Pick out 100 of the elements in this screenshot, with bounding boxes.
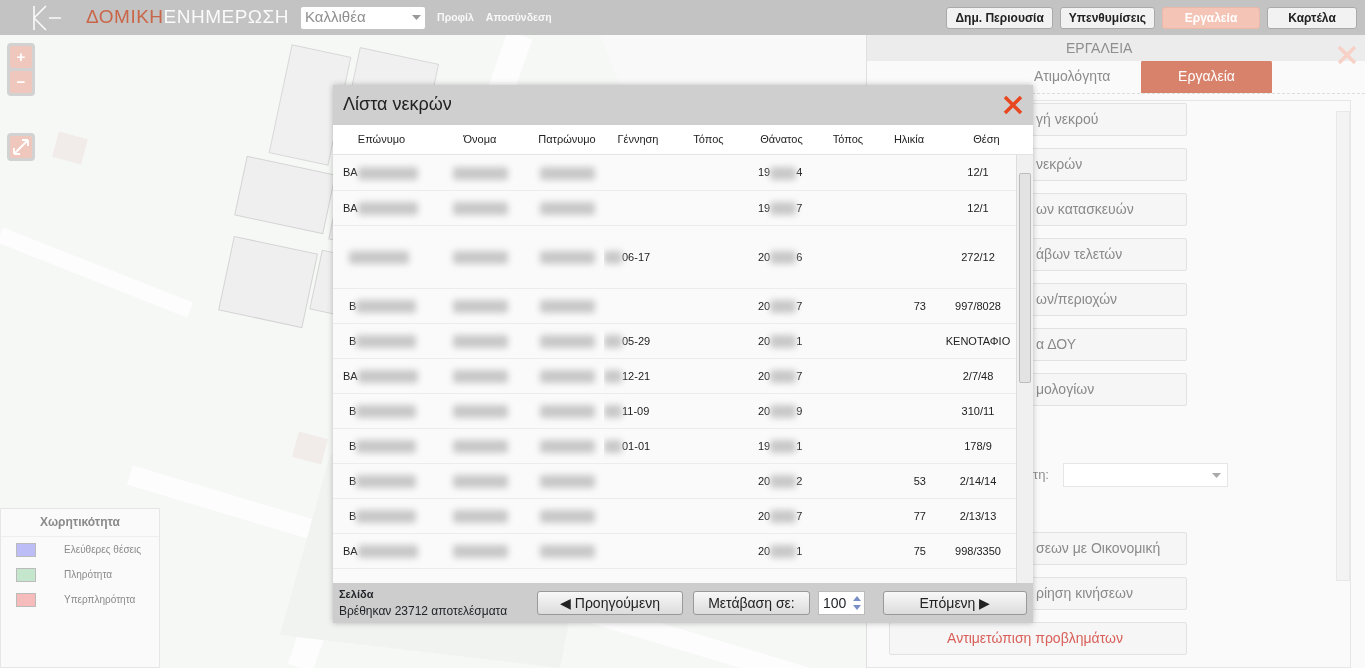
column-header[interactable]: Θέση bbox=[940, 124, 1033, 155]
blurred-text bbox=[452, 475, 508, 489]
table-cell: 77 bbox=[913, 509, 926, 522]
blurred-text bbox=[452, 440, 508, 454]
previous-button[interactable]: ◀ Προηγούμενη bbox=[536, 591, 683, 615]
blurred-text bbox=[770, 202, 797, 216]
table-cell: Β bbox=[349, 509, 357, 522]
table-cell: 20 bbox=[758, 544, 771, 557]
blurred-text bbox=[539, 167, 595, 181]
table-cell: 19 bbox=[758, 439, 771, 452]
table-cell: 2/14/14 bbox=[959, 474, 997, 487]
dialog-title: Λίστα νεκρών bbox=[343, 93, 452, 117]
blurred-text bbox=[452, 405, 508, 419]
table-cell: 1 bbox=[796, 334, 803, 347]
table-cell: ΚΕΝΟΤΑΦΙΟ bbox=[945, 334, 1011, 347]
blurred-text bbox=[452, 202, 508, 216]
table-cell: 20 bbox=[758, 369, 771, 382]
blurred-text bbox=[539, 440, 595, 454]
blurred-text bbox=[604, 251, 622, 265]
blurred-text bbox=[452, 300, 508, 314]
page-input[interactable]: 100 bbox=[817, 591, 865, 615]
blurred-text bbox=[452, 251, 508, 265]
blurred-text bbox=[452, 167, 508, 181]
table-cell: 310/11 bbox=[961, 404, 995, 417]
blurred-text bbox=[604, 335, 622, 349]
nav-button[interactable]: Δημ. Περιουσία bbox=[946, 6, 1053, 29]
table-cell: 1 bbox=[796, 439, 803, 452]
caret-icon bbox=[1212, 472, 1221, 478]
column-header[interactable]: Τόπος bbox=[818, 124, 878, 155]
table-cell: 06-17 bbox=[622, 250, 651, 263]
goto-button[interactable]: Μετάβαση σε: bbox=[693, 591, 810, 615]
blurred-text bbox=[770, 405, 797, 419]
blurred-text bbox=[770, 370, 797, 384]
table-cell: 997/8028 bbox=[955, 299, 1001, 312]
blurred-text bbox=[770, 167, 797, 181]
scrollbar[interactable] bbox=[1016, 155, 1033, 584]
legend-label: Πληρότητα bbox=[64, 568, 112, 582]
nav-button[interactable]: Υπενθυμίσεις bbox=[1059, 6, 1155, 29]
table-cell: 272/12 bbox=[961, 250, 995, 263]
table-cell: 2 bbox=[796, 474, 803, 487]
table-cell: Β bbox=[349, 404, 357, 417]
blurred-text bbox=[604, 440, 622, 454]
table-cell: ΒΑ bbox=[343, 201, 358, 214]
nav-button[interactable]: Καρτέλα bbox=[1267, 6, 1357, 29]
table-cell: 73 bbox=[913, 299, 926, 312]
column-header[interactable]: Πατρώνυμο bbox=[530, 124, 604, 155]
table-cell: 20 bbox=[758, 474, 771, 487]
table-cell: Β bbox=[349, 334, 357, 347]
table-cell: Β bbox=[349, 474, 357, 487]
table-cell: 178/9 bbox=[964, 439, 992, 452]
table-cell: 20 bbox=[758, 404, 771, 417]
table-cell: Β bbox=[349, 299, 357, 312]
legend-label: Ελεύθερες θέσεις bbox=[64, 543, 142, 557]
column-header[interactable]: Όνομα bbox=[430, 124, 530, 155]
table-cell: Β bbox=[349, 439, 357, 452]
table-cell: 20 bbox=[758, 509, 771, 522]
blurred-text bbox=[604, 370, 622, 384]
table-cell: 01-01 bbox=[622, 439, 651, 452]
blurred-text bbox=[770, 251, 797, 265]
tool-button[interactable]: Αντιμετώπιση προβλημάτων bbox=[889, 622, 1187, 655]
column-header[interactable]: Γέννηση bbox=[604, 124, 672, 155]
table-cell: 12/1 bbox=[967, 166, 989, 179]
blurred-text bbox=[356, 300, 417, 314]
select-field[interactable] bbox=[1063, 463, 1228, 487]
blurred-text bbox=[770, 545, 797, 559]
spinner-icon[interactable] bbox=[851, 594, 862, 612]
table-cell: 7 bbox=[796, 299, 803, 312]
fullscreen-button[interactable] bbox=[7, 133, 35, 161]
blurred-text bbox=[452, 545, 508, 559]
blurred-text bbox=[452, 370, 508, 384]
column-header[interactable]: Επώνυμο bbox=[333, 124, 430, 155]
blurred-text bbox=[539, 202, 595, 216]
table-cell: 19 bbox=[758, 201, 771, 214]
table-cell: 7 bbox=[796, 201, 803, 214]
column-header[interactable]: Τόπος bbox=[672, 124, 745, 155]
table-cell: 20 bbox=[758, 250, 771, 263]
table-cell: 20 bbox=[758, 299, 771, 312]
blurred-text bbox=[539, 335, 595, 349]
next-button[interactable]: Επόμενη ▶ bbox=[882, 591, 1027, 615]
table-cell: 12-21 bbox=[622, 369, 651, 382]
blurred-text bbox=[539, 510, 595, 524]
blurred-text bbox=[452, 335, 508, 349]
table-cell: 2/13/13 bbox=[959, 509, 997, 522]
table-cell: 20 bbox=[758, 334, 771, 347]
area-select[interactable]: Καλλιθέα bbox=[301, 6, 426, 29]
table-cell: 05-29 bbox=[622, 334, 651, 347]
blurred-text bbox=[357, 202, 418, 216]
blurred-text bbox=[356, 475, 417, 489]
table-cell: 998/3350 bbox=[955, 544, 1001, 557]
tab[interactable]: Ατιμολόγητα bbox=[1034, 60, 1141, 93]
tab[interactable]: Εργαλεία bbox=[1141, 60, 1272, 93]
table-cell: 7 bbox=[796, 509, 803, 522]
table-cell: 19 bbox=[758, 166, 771, 179]
column-header[interactable]: Ηλικία bbox=[878, 124, 940, 155]
column-header[interactable]: Θάνατος bbox=[745, 124, 818, 155]
results-count: Βρέθηκαν 23712 αποτελέσματα bbox=[339, 603, 509, 621]
close-icon[interactable] bbox=[1003, 94, 1023, 115]
blurred-text bbox=[539, 370, 595, 384]
blurred-text bbox=[770, 510, 797, 524]
blurred-text bbox=[356, 440, 417, 454]
